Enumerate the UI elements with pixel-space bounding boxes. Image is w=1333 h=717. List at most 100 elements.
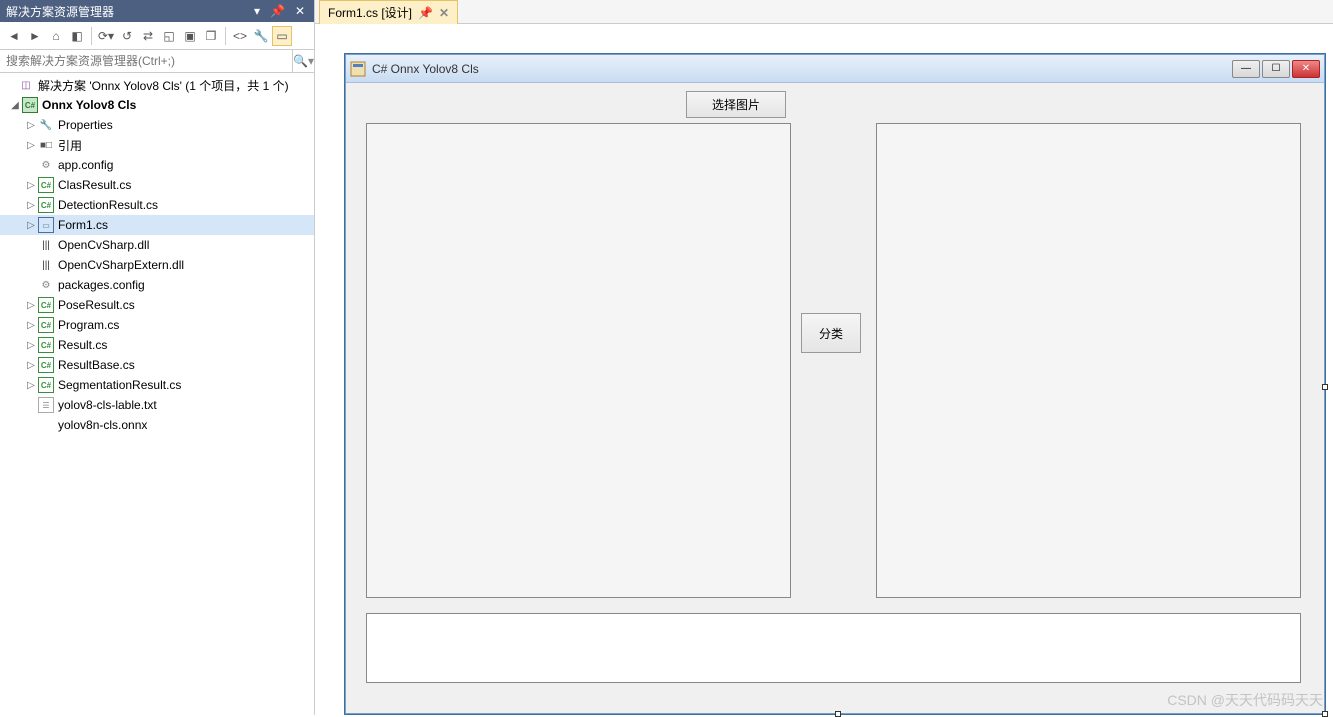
tree-item[interactable]: ▷ C# Result.cs [0,335,314,355]
cs-icon: C# [38,197,54,213]
form-icon: ▭ [38,217,54,233]
minimize-button[interactable]: — [1232,60,1260,78]
expand-icon[interactable]: ▷ [24,340,38,351]
tree-item[interactable]: ▷ C# DetectionResult.cs [0,195,314,215]
tree-label: 引用 [58,137,82,154]
solution-icon[interactable]: ◧ [67,26,87,46]
wrench-icon: 🔧 [38,117,54,133]
form-designer[interactable]: C# Onnx Yolov8 Cls — ☐ ✕ 选择图片 分类 [315,24,1333,715]
tree-label: ResultBase.cs [58,358,135,372]
back-icon[interactable]: ◄ [4,26,24,46]
view-icon[interactable]: ▭ [272,26,292,46]
home-icon[interactable]: ⌂ [46,26,66,46]
winforms-window[interactable]: C# Onnx Yolov8 Cls — ☐ ✕ 选择图片 分类 [345,54,1325,714]
cs-icon: C# [38,377,54,393]
cs-icon: C# [38,297,54,313]
expand-icon[interactable]: ◢ [8,100,22,111]
tab-bar: Form1.cs [设计] 📌 ✕ [315,0,1333,24]
close-button[interactable]: ✕ [1292,60,1320,78]
tree-label: yolov8-cls-lable.txt [58,398,157,412]
tree-item[interactable]: ▷ C# PoseResult.cs [0,295,314,315]
ref-icon: ■□ [38,137,54,153]
resize-handle-right[interactable] [1322,384,1328,390]
maximize-button[interactable]: ☐ [1262,60,1290,78]
tree-item[interactable]: ⚙ packages.config [0,275,314,295]
cfg-icon: ⚙ [38,277,54,293]
cfg-icon: ⚙ [38,157,54,173]
left-picture-panel[interactable] [366,123,791,598]
tree-item[interactable]: ▷ ■□ 引用 [0,135,314,155]
expand-icon[interactable]: ▷ [24,180,38,191]
resize-handle-bottom[interactable] [835,711,841,717]
expand-icon[interactable]: ▷ [24,360,38,371]
form-body[interactable]: 选择图片 分类 [346,83,1324,713]
expand-icon[interactable]: ▷ [24,140,38,151]
tree-item[interactable]: ▷ C# SegmentationResult.cs [0,375,314,395]
tree-item[interactable]: ▷ 🔧 Properties [0,115,314,135]
tree-label: 解决方案 'Onnx Yolov8 Cls' (1 个项目，共 1 个) [38,77,289,94]
close-icon[interactable]: ✕ [292,4,308,18]
panel-title: 解决方案资源管理器 [6,3,114,20]
pin-icon[interactable]: 📌 [418,6,433,20]
tree-label: app.config [58,158,113,172]
pin-icon[interactable]: 📌 [267,4,288,18]
dll-icon: ||| [38,257,54,273]
copy-icon[interactable]: ❐ [201,26,221,46]
expand-icon[interactable]: ▷ [24,200,38,211]
tree-item[interactable]: ▷ C# ResultBase.cs [0,355,314,375]
close-icon[interactable]: ✕ [439,6,449,20]
tree-project[interactable]: ◢ C# Onnx Yolov8 Cls [0,95,314,115]
tree-solution[interactable]: ◫ 解决方案 'Onnx Yolov8 Cls' (1 个项目，共 1 个) [0,75,314,95]
expand-icon[interactable]: ▷ [24,320,38,331]
cs-icon: C# [38,177,54,193]
collapse-icon[interactable]: ⇄ [138,26,158,46]
dll-icon: ||| [38,237,54,253]
cs-icon: C# [38,337,54,353]
classify-button[interactable]: 分类 [801,313,861,353]
expand-icon[interactable]: ▷ [24,380,38,391]
show-all-icon[interactable]: ◱ [159,26,179,46]
tree-item[interactable]: ⚙ app.config [0,155,314,175]
tree-label: SegmentationResult.cs [58,378,181,392]
expand-icon[interactable]: ▷ [24,220,38,231]
tree-item[interactable]: ▷ C# ClasResult.cs [0,175,314,195]
output-textbox[interactable] [366,613,1301,683]
tree-label: DetectionResult.cs [58,198,158,212]
right-picture-panel[interactable] [876,123,1301,598]
tree-label: Program.cs [58,318,119,332]
preview-icon[interactable]: ▣ [180,26,200,46]
tree-item[interactable]: ||| OpenCvSharpExtern.dll [0,255,314,275]
tree-label: Onnx Yolov8 Cls [42,98,136,112]
cs-icon: C# [38,357,54,373]
search-input[interactable] [0,50,292,72]
properties-icon[interactable]: 🔧 [251,26,271,46]
forward-icon[interactable]: ► [25,26,45,46]
tab-form1-design[interactable]: Form1.cs [设计] 📌 ✕ [319,0,458,24]
tree-label: PoseResult.cs [58,298,135,312]
tree-label: Properties [58,118,113,132]
form-title: C# Onnx Yolov8 Cls [372,62,1232,76]
form-titlebar: C# Onnx Yolov8 Cls — ☐ ✕ [346,55,1324,83]
sync-icon[interactable]: ⟳▾ [96,26,116,46]
tree-item[interactable]: ☰ yolov8-cls-lable.txt [0,395,314,415]
tree-item[interactable]: yolov8n-cls.onnx [0,415,314,435]
separator [91,27,92,45]
panel-header: 解决方案资源管理器 ▾ 📌 ✕ [0,0,314,22]
solution-tree[interactable]: ◫ 解决方案 'Onnx Yolov8 Cls' (1 个项目，共 1 个) ◢… [0,73,314,715]
tree-item[interactable]: ▷ C# Program.cs [0,315,314,335]
resize-handle-corner[interactable] [1322,711,1328,717]
tree-label: OpenCvSharp.dll [58,238,149,252]
search-icon[interactable]: 🔍▾ [292,50,314,72]
code-icon[interactable]: <> [230,26,250,46]
watermark: CSDN @天天代码码天天 [1167,690,1323,710]
separator [225,27,226,45]
tree-item[interactable]: ||| OpenCvSharp.dll [0,235,314,255]
expand-icon[interactable]: ▷ [24,120,38,131]
select-image-button[interactable]: 选择图片 [686,91,786,118]
refresh-icon[interactable]: ↺ [117,26,137,46]
dropdown-icon[interactable]: ▾ [251,4,263,18]
expand-icon[interactable]: ▷ [24,300,38,311]
tree-label: Result.cs [58,338,107,352]
tab-label: Form1.cs [设计] [328,4,412,21]
tree-item[interactable]: ▷ ▭ Form1.cs [0,215,314,235]
